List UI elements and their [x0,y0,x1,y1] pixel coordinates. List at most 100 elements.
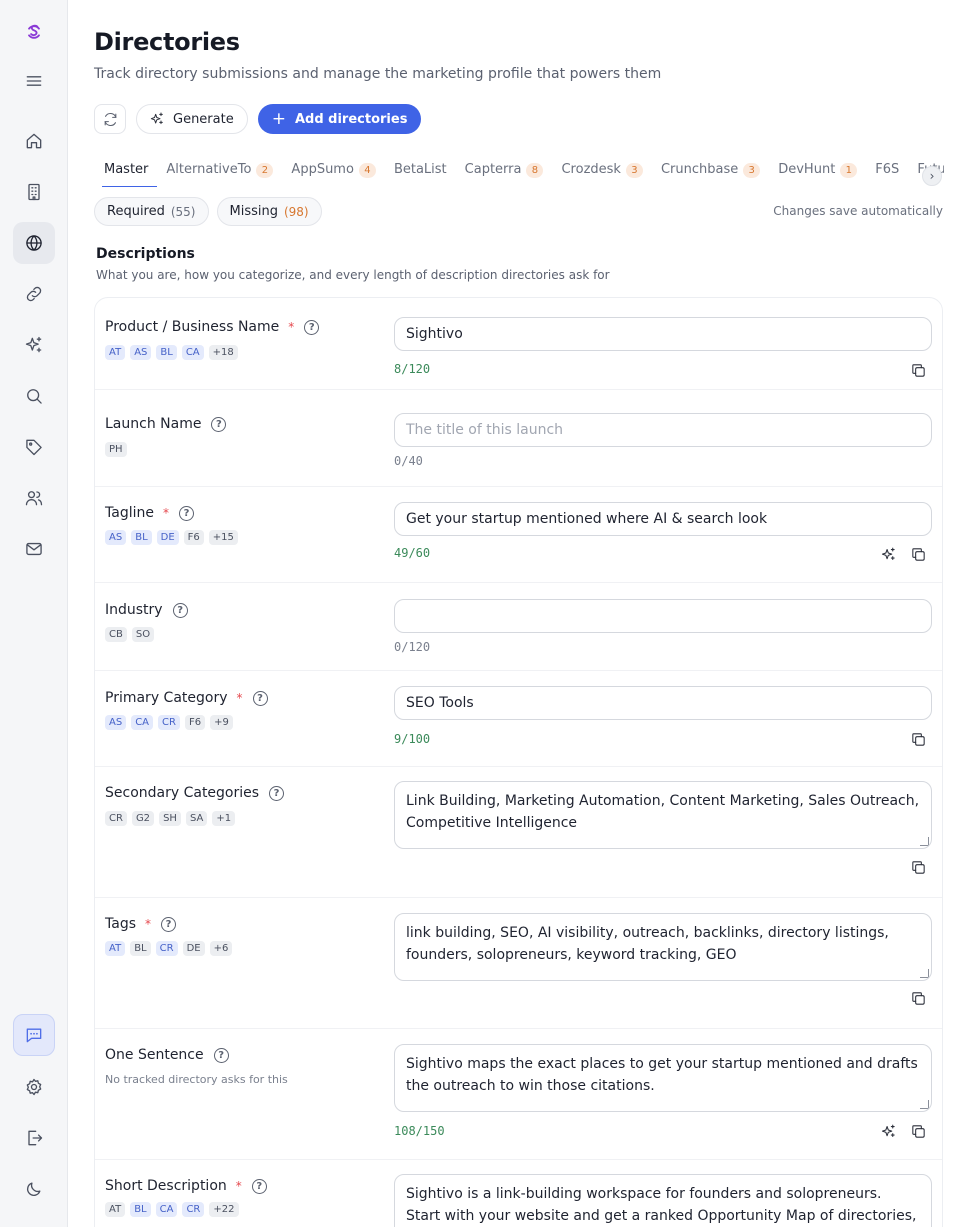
required-marker: * [162,506,169,520]
directory-badges: PH [105,442,127,457]
directory-badge: SA [185,811,208,826]
field-label: Product / Business Name * ? [105,319,320,335]
search-icon[interactable] [13,375,55,417]
field-label-text: Secondary Categories [105,785,260,801]
short-description-textarea[interactable]: Sightivo is a link-building workspace fo… [394,1174,932,1227]
missing-label: Missing [229,204,278,219]
link-icon[interactable] [13,273,55,315]
directory-badge: CR [182,1202,205,1217]
help-icon[interactable]: ? [211,416,227,432]
copy-button[interactable] [908,544,928,564]
field-label: One Sentence ? [105,1047,229,1063]
tab-devhunt[interactable]: DevHunt 1 [769,158,866,187]
launch-name-input[interactable]: The title of this launch [394,413,932,447]
settings-gear-icon[interactable] [13,1066,55,1108]
sparkles-icon[interactable] [13,324,55,366]
directory-badge: BL [156,345,177,360]
tab-label: Master [104,162,149,177]
tab-betalist[interactable]: BetaList [385,158,456,187]
directory-badge: PH [105,442,127,457]
copy-button[interactable] [908,729,928,749]
primary-category-input[interactable]: SEO Tools [394,686,932,720]
field-label-text: Launch Name [105,416,202,432]
help-icon[interactable]: ? [304,319,320,335]
tab-count-badge: 4 [358,163,376,178]
menu-icon[interactable] [13,60,55,102]
field-label: Launch Name ? [105,416,227,432]
ai-generate-button[interactable] [878,544,898,564]
field-label: Secondary Categories ? [105,785,285,801]
one-sentence-textarea[interactable]: Sightivo maps the exact places to get yo… [394,1044,932,1112]
moon-icon[interactable] [13,1168,55,1210]
section-subtitle: What you are, how you categorize, and ev… [96,268,610,282]
directory-badge: CA [155,1202,178,1217]
sparkles-icon [150,112,163,125]
field-label: Tagline * ? [105,505,194,521]
directory-badge-more: +6 [209,941,233,956]
copy-icon [911,547,925,561]
directory-badge: AS [105,715,127,730]
logout-icon[interactable] [13,1117,55,1159]
mail-icon[interactable] [13,528,55,570]
directory-badge: AS [130,345,152,360]
industry-input[interactable] [394,599,932,633]
directory-badge-more: +9 [210,715,233,730]
tab-alternativeto[interactable]: AlternativeTo 2 [157,158,282,187]
ai-generate-button[interactable] [878,1121,898,1141]
help-icon[interactable]: ? [251,1178,267,1194]
help-icon[interactable]: ? [213,1047,229,1063]
field-row-launch-name: Launch Name ? PH The title of this launc… [95,390,942,487]
section-title: Descriptions [96,246,195,262]
app-logo-icon[interactable] [13,11,55,53]
secondary-categories-textarea[interactable]: Link Building, Marketing Automation, Con… [394,781,932,849]
tab-master[interactable]: Master [94,158,158,187]
field-label-text: Tagline [105,505,154,521]
required-marker: * [235,1179,242,1193]
tabs-scroll-right-button[interactable]: › [922,166,942,186]
tab-appsumo[interactable]: AppSumo 4 [282,158,385,187]
tab-count-badge: 3 [743,163,761,178]
generate-button[interactable]: Generate [136,104,248,134]
help-icon[interactable]: ? [252,690,268,706]
required-marker: * [288,320,295,334]
directory-badge: BL [130,1202,151,1217]
field-row-short-description: Short Description * ? AT BL CA CR +22 Si… [95,1160,942,1227]
directory-badge: CB [105,627,127,642]
directory-badge: AT [105,345,126,360]
directory-badge: AS [105,530,127,545]
char-counter: 0/120 [394,640,431,654]
copy-button[interactable] [908,1121,928,1141]
chat-icon[interactable] [13,1014,55,1056]
directory-badge: AT [105,941,126,956]
copy-button[interactable] [908,988,928,1008]
building-icon[interactable] [13,171,55,213]
refresh-button[interactable] [94,104,126,134]
help-icon[interactable]: ? [161,916,176,932]
field-row-secondary-categories: Secondary Categories ? CR G2 SH SA +1 Li… [95,767,942,898]
copy-icon [911,732,925,746]
tab-crozdesk[interactable]: Crozdesk 3 [552,158,651,187]
help-icon[interactable]: ? [178,505,194,521]
tag-icon[interactable] [13,426,55,468]
add-directories-button[interactable]: + Add directories [257,104,422,134]
required-filter-chip[interactable]: Required (55) [94,197,209,226]
generate-label: Generate [173,111,234,127]
copy-button[interactable] [908,360,928,380]
missing-count: (98) [283,204,309,219]
users-icon[interactable] [13,477,55,519]
tags-textarea[interactable]: link building, SEO, AI visibility, outre… [394,913,932,981]
directory-badges: AT AS BL CA +18 [105,345,238,360]
field-row-tags: Tags * ? AT BL CR DE +6 link building, S… [95,898,942,1029]
tab-crunchbase[interactable]: Crunchbase 3 [652,158,769,187]
home-icon[interactable] [13,120,55,162]
product-name-input[interactable]: Sightivo [394,317,932,351]
tab-capterra[interactable]: Capterra 8 [456,158,553,187]
globe-icon[interactable] [13,222,55,264]
help-icon[interactable]: ? [269,785,285,801]
missing-filter-chip[interactable]: Missing (98) [216,197,322,226]
tagline-input[interactable]: Get your startup mentioned where AI & se… [394,502,932,536]
tab-f6s[interactable]: F6S [866,158,908,187]
tab-label: Crunchbase [660,162,739,177]
copy-button[interactable] [908,857,928,877]
help-icon[interactable]: ? [172,602,188,618]
